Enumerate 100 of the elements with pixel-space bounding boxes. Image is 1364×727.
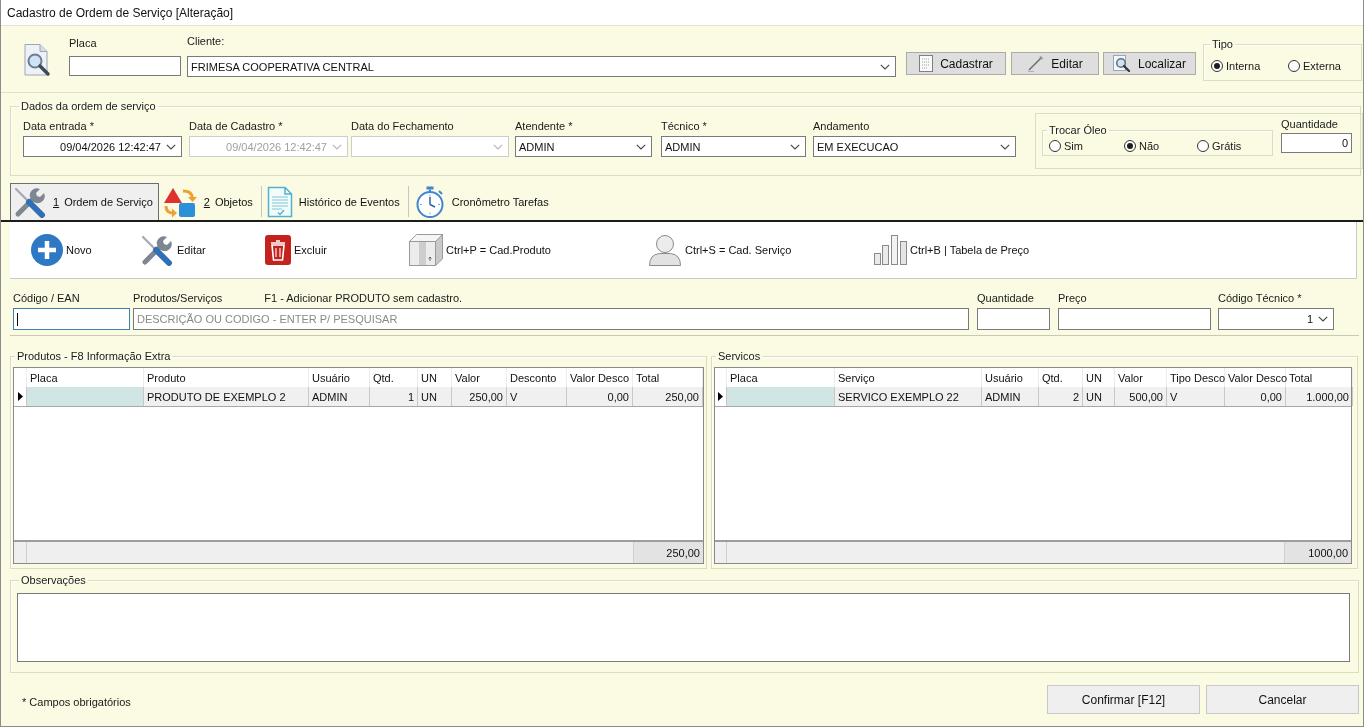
quantity-field[interactable] (977, 308, 1050, 330)
chevron-down-icon (790, 143, 800, 150)
table-cell: PRODUTO DE EXEMPLO 2 (144, 387, 309, 406)
table-cell: 0,00 (567, 387, 633, 406)
field-label: Cliente: (187, 34, 226, 48)
field-label: Atendente * (515, 119, 574, 133)
date-picker[interactable]: 09/04/2026 12:42:47 (23, 136, 182, 157)
shapes-icon (161, 186, 198, 218)
field-label: Data de Cadastro * (189, 119, 284, 133)
table-cell: 1.000,00 (1286, 387, 1353, 406)
code-field[interactable] (13, 308, 130, 330)
table-cell: 250,00 (452, 387, 507, 406)
search-icon (1113, 55, 1131, 72)
person-icon (648, 234, 682, 266)
table-cell: ADMIN (309, 387, 370, 406)
dropdown-field[interactable]: ADMIN (661, 136, 806, 157)
chevron-down-icon (332, 143, 342, 150)
total-cell: 1000,00 (1284, 542, 1351, 563)
product-search-field[interactable]: DESCRIÇÃO OU CODIGO - ENTER P/ PESQUISAR (133, 308, 969, 330)
field-label: Data do Fechamento (351, 119, 455, 133)
dropdown-field[interactable]: 1 (1218, 308, 1334, 330)
toolbar-button[interactable]: Excluir (265, 235, 327, 265)
field-label: Código Técnico * (1218, 291, 1303, 305)
total-cell: 250,00 (633, 542, 703, 563)
field-label: Código / EAN (13, 291, 81, 305)
chevron-down-icon (636, 143, 646, 150)
row-header-cell[interactable] (14, 387, 27, 406)
field-label: Preço (1058, 291, 1088, 305)
group-title: Observações (20, 573, 87, 587)
radio-option[interactable]: Grátis (1197, 140, 1267, 152)
radio-option[interactable]: Sim (1049, 140, 1124, 152)
document-magnifier-icon (22, 43, 52, 77)
chevron-down-icon (493, 143, 503, 150)
quantity-field[interactable]: 0 (1281, 133, 1352, 153)
table-cell: 1 (370, 387, 418, 406)
required-note: * Campos obrigatórios (22, 695, 131, 708)
tab[interactable]: Cronômetro Tarefas (410, 183, 555, 220)
field-label: Data entrada * (23, 119, 95, 133)
toolbar-button[interactable]: Ctrl+B | Tabela de Preço (874, 235, 1030, 265)
wrench-screwdriver-icon (13, 186, 47, 218)
table-cell: SERVICO EXEMPLO 22 (835, 387, 982, 406)
toolbar-button[interactable]: Editar (140, 234, 206, 266)
table-cell: 0,00 (1225, 387, 1286, 406)
trash-icon (265, 235, 291, 265)
field-label: Andamento (813, 119, 871, 133)
field-label: Quantidade (977, 291, 1035, 305)
toolbar-button[interactable]: Ctrl+P = Cad.Produto (409, 234, 551, 266)
radio-option[interactable]: Externa (1288, 59, 1358, 72)
table-cell: UN (418, 387, 452, 406)
table-cell: 500,00 (1115, 387, 1167, 406)
group-title: Servicos (717, 349, 762, 363)
price-field[interactable] (1058, 308, 1211, 330)
hint-text: F1 - Adicionar PRODUTO sem cadastro. (264, 291, 463, 305)
pencil-icon (1027, 55, 1045, 72)
chevron-down-icon (166, 143, 176, 150)
row-pointer-icon (17, 392, 23, 401)
window-title: Cadastro de Ordem de Serviço [Alteração] (7, 5, 234, 20)
toolbar-button[interactable]: Ctrl+S = Cad. Serviço (648, 234, 792, 266)
row-pointer-icon (718, 392, 723, 401)
text-cursor-icon (17, 312, 18, 326)
action-button[interactable]: Localizar (1103, 52, 1196, 75)
tab[interactable]: 1 Ordem de Serviço (10, 183, 159, 220)
notes-field[interactable] (17, 593, 1350, 662)
group-title: Produtos - F8 Informação Extra (16, 349, 172, 363)
action-button[interactable]: Editar (1011, 52, 1099, 75)
field-label: Quantidade (1281, 117, 1339, 131)
row-header-cell[interactable] (715, 387, 727, 406)
client-dropdown[interactable]: FRIMESA COOPERATIVA CENTRAL (187, 56, 896, 77)
radio-option[interactable]: Não (1124, 140, 1197, 152)
table-cell: UN (1083, 387, 1115, 406)
dialog-button[interactable]: Confirmar [F12] (1047, 685, 1200, 714)
group-title: Trocar Óleo (1048, 123, 1108, 137)
field-label: Placa (69, 36, 98, 50)
action-button[interactable]: Cadastrar (906, 52, 1006, 75)
field-label: Técnico * (661, 119, 708, 133)
chevron-down-icon (880, 63, 890, 70)
plus-icon (31, 234, 63, 266)
stopwatch-icon (413, 186, 446, 218)
dialog-button[interactable]: Cancelar (1206, 685, 1359, 714)
group-title: Dados da ordem de serviço (20, 99, 157, 113)
table-cell: V (1167, 387, 1225, 406)
toolbar-button[interactable]: Novo (31, 234, 92, 266)
table-cell: 250,00 (633, 387, 703, 406)
chevron-down-icon (1000, 143, 1010, 150)
tab[interactable]: Histórico de Eventos (263, 183, 406, 220)
chevron-down-icon (1318, 316, 1328, 322)
table-cell: ADMIN (982, 387, 1039, 406)
table-cell: V (507, 387, 567, 406)
group-title: Tipo (1211, 37, 1234, 51)
wrench-screwdriver-icon (140, 234, 174, 266)
document-icon (266, 186, 293, 218)
plate-field[interactable] (69, 56, 181, 76)
table-cell: 2 (1039, 387, 1083, 406)
box-icon (409, 234, 443, 266)
document-icon (919, 55, 934, 72)
dropdown-field[interactable]: ADMIN (515, 136, 652, 157)
field-label: Produtos/Serviços (133, 291, 223, 305)
dropdown-field[interactable]: EM EXECUCAO (813, 136, 1016, 157)
tab[interactable]: 2 Objetos (158, 183, 259, 220)
radio-option[interactable]: Interna (1211, 59, 1288, 72)
